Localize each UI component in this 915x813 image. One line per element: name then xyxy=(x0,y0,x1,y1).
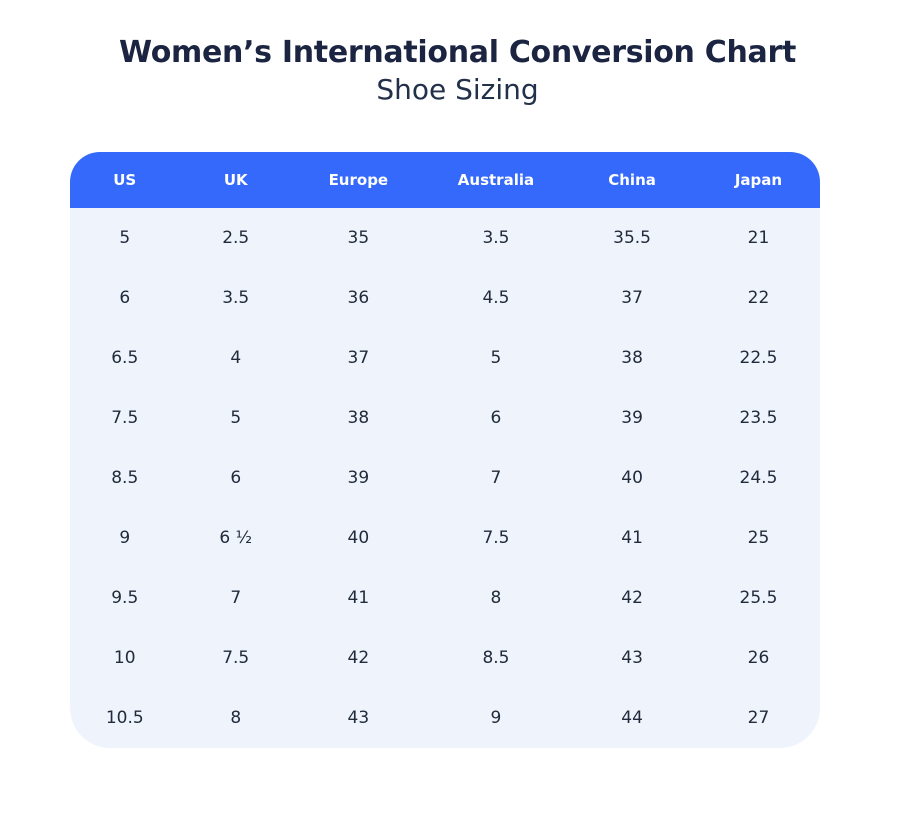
table-cell: 5 xyxy=(179,388,291,448)
column-header-europe: Europe xyxy=(292,152,425,208)
column-header-japan: Japan xyxy=(697,152,820,208)
table-cell: 40 xyxy=(567,448,697,508)
table-cell: 8.5 xyxy=(425,628,567,688)
table-row: 8.563974024.5 xyxy=(70,448,820,508)
table-row: 6.543753822.5 xyxy=(70,328,820,388)
table-cell: 35.5 xyxy=(567,208,697,268)
table-cell: 43 xyxy=(292,688,425,748)
table-cell: 43 xyxy=(567,628,697,688)
column-header-uk: UK xyxy=(179,152,291,208)
table-cell: 9 xyxy=(70,508,179,568)
conversion-table: USUKEuropeAustraliaChinaJapan 52.5353.53… xyxy=(70,152,820,748)
table-cell: 36 xyxy=(292,268,425,328)
conversion-table-container: USUKEuropeAustraliaChinaJapan 52.5353.53… xyxy=(70,152,820,748)
table-cell: 23.5 xyxy=(697,388,820,448)
table-cell: 42 xyxy=(292,628,425,688)
table-cell: 5 xyxy=(425,328,567,388)
table-cell: 25 xyxy=(697,508,820,568)
column-header-us: US xyxy=(70,152,179,208)
table-cell: 24.5 xyxy=(697,448,820,508)
table-cell: 8.5 xyxy=(70,448,179,508)
column-header-china: China xyxy=(567,152,697,208)
table-row: 7.553863923.5 xyxy=(70,388,820,448)
table-cell: 7.5 xyxy=(179,628,291,688)
table-cell: 26 xyxy=(697,628,820,688)
table-cell: 6.5 xyxy=(70,328,179,388)
table-cell: 8 xyxy=(425,568,567,628)
table-cell: 7 xyxy=(425,448,567,508)
table-cell: 37 xyxy=(292,328,425,388)
table-row: 52.5353.535.521 xyxy=(70,208,820,268)
table-cell: 3.5 xyxy=(179,268,291,328)
table-cell: 38 xyxy=(292,388,425,448)
table-cell: 7.5 xyxy=(425,508,567,568)
table-cell: 41 xyxy=(567,508,697,568)
table-cell: 10.5 xyxy=(70,688,179,748)
table-cell: 35 xyxy=(292,208,425,268)
table-cell: 7 xyxy=(179,568,291,628)
table-cell: 22 xyxy=(697,268,820,328)
table-cell: 44 xyxy=(567,688,697,748)
table-cell: 41 xyxy=(292,568,425,628)
table-cell: 2.5 xyxy=(179,208,291,268)
table-cell: 39 xyxy=(567,388,697,448)
table-row: 10.584394427 xyxy=(70,688,820,748)
table-cell: 6 xyxy=(70,268,179,328)
column-header-australia: Australia xyxy=(425,152,567,208)
page-header: Women’s International Conversion Chart S… xyxy=(0,36,915,106)
table-cell: 42 xyxy=(567,568,697,628)
table-cell: 10 xyxy=(70,628,179,688)
table-cell: 22.5 xyxy=(697,328,820,388)
table-cell: 6 xyxy=(179,448,291,508)
table-cell: 39 xyxy=(292,448,425,508)
table-cell: 27 xyxy=(697,688,820,748)
table-header-row: USUKEuropeAustraliaChinaJapan xyxy=(70,152,820,208)
table-cell: 4.5 xyxy=(425,268,567,328)
table-cell: 3.5 xyxy=(425,208,567,268)
table-cell: 25.5 xyxy=(697,568,820,628)
table-cell: 5 xyxy=(70,208,179,268)
table-cell: 9 xyxy=(425,688,567,748)
table-row: 9.574184225.5 xyxy=(70,568,820,628)
table-cell: 40 xyxy=(292,508,425,568)
table-cell: 8 xyxy=(179,688,291,748)
page-subtitle: Shoe Sizing xyxy=(0,74,915,106)
table-cell: 9.5 xyxy=(70,568,179,628)
table-cell: 21 xyxy=(697,208,820,268)
table-cell: 6 ½ xyxy=(179,508,291,568)
table-cell: 4 xyxy=(179,328,291,388)
table-row: 63.5364.53722 xyxy=(70,268,820,328)
table-row: 107.5428.54326 xyxy=(70,628,820,688)
table-cell: 6 xyxy=(425,388,567,448)
table-cell: 38 xyxy=(567,328,697,388)
table-cell: 37 xyxy=(567,268,697,328)
table-cell: 7.5 xyxy=(70,388,179,448)
table-row: 96 ½407.54125 xyxy=(70,508,820,568)
page-title: Women’s International Conversion Chart xyxy=(0,36,915,71)
